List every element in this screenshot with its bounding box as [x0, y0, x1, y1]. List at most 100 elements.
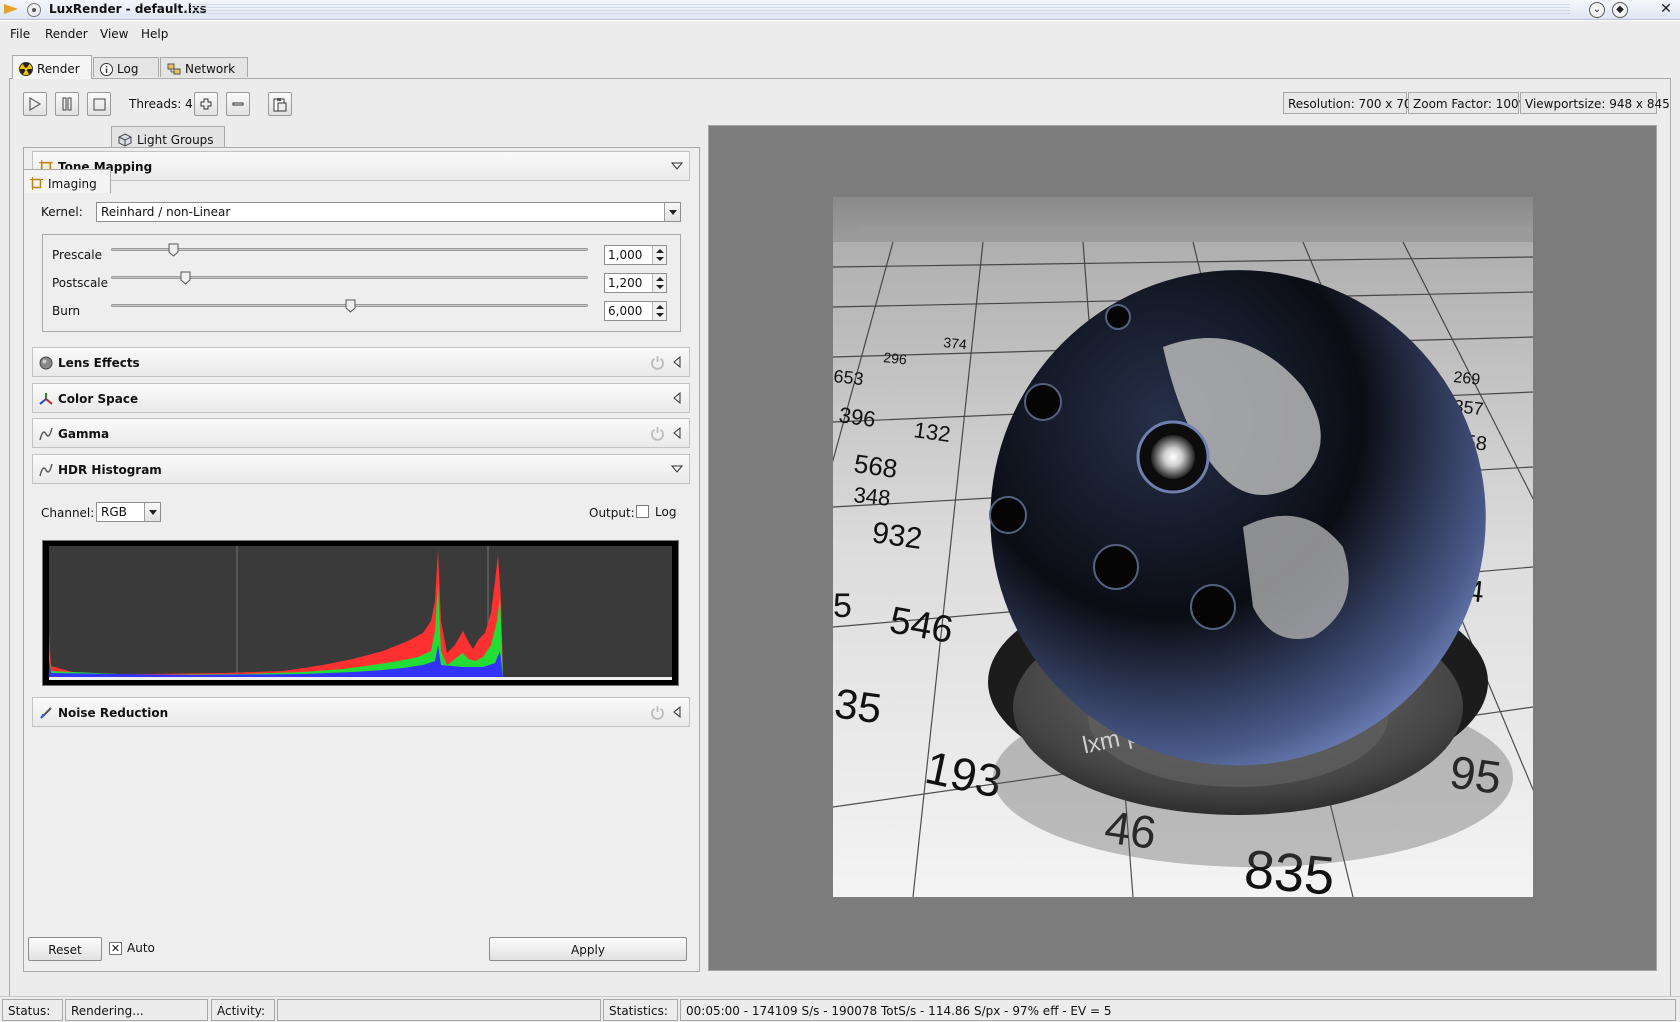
zoom-info: Zoom Factor: 100% [1408, 92, 1530, 114]
status-label: Status: [2, 999, 63, 1021]
power-icon[interactable] [650, 705, 665, 720]
postscale-slider-handle[interactable] [180, 271, 191, 285]
hdr-histogram-title: HDR Histogram [58, 463, 162, 477]
kernel-label: Kernel: [41, 205, 83, 219]
prescale-input[interactable]: 1,000 [604, 245, 667, 265]
grid-number: 374 [943, 334, 968, 352]
radiation-icon [19, 62, 33, 76]
gamma-curve-icon [39, 463, 53, 477]
burn-slider-handle[interactable] [345, 299, 356, 313]
channel-label: Channel: [41, 506, 95, 520]
lens-effects-title: Lens Effects [58, 356, 140, 370]
hdr-histogram-header[interactable]: HDR Histogram [32, 454, 690, 484]
chevron-down-icon[interactable] [671, 463, 683, 475]
copy-to-clipboard-button[interactable] [268, 92, 292, 116]
tab-network[interactable]: Network [160, 57, 248, 77]
apply-button[interactable]: Apply [489, 937, 687, 961]
chevron-left-icon[interactable] [671, 427, 683, 439]
menu-help[interactable]: Help [141, 27, 168, 41]
activity-label: Activity: [211, 999, 275, 1021]
pause-icon [62, 97, 72, 111]
resolution-info: Resolution: 700 x 700 [1283, 92, 1419, 114]
color-space-header[interactable]: Color Space [32, 383, 690, 413]
tab-render[interactable]: Render [12, 55, 92, 79]
noise-reduction-title: Noise Reduction [58, 706, 169, 720]
chevron-left-icon[interactable] [671, 706, 683, 718]
postscale-label: Postscale [52, 276, 109, 290]
frame-icon [30, 177, 43, 190]
status-bar: Status: Rendering... Activity: Statistic… [0, 996, 1680, 1022]
render-viewport[interactable]: 568 932 546 193 835 396 132 653 953 537 … [708, 125, 1657, 971]
menu-view[interactable]: View [100, 27, 128, 41]
title-stripes [190, 4, 1570, 16]
window-menu-button[interactable] [27, 3, 41, 17]
hdr-histogram [42, 540, 679, 686]
noise-reduction-header[interactable]: Noise Reduction [32, 697, 690, 727]
channel-select[interactable]: RGB [96, 502, 161, 522]
minimize-button[interactable]: ⌄ [1589, 2, 1605, 18]
maximize-button[interactable]: ◆ [1612, 2, 1628, 18]
grid-number: 396 [837, 402, 877, 432]
color-space-title: Color Space [58, 392, 139, 406]
power-icon[interactable] [650, 355, 665, 370]
pause-render-button[interactable] [55, 92, 79, 116]
burn-input[interactable]: 6,000 [604, 301, 667, 321]
gamma-curve-icon [39, 427, 53, 441]
gamma-header[interactable]: Gamma [32, 418, 690, 448]
postscale-input[interactable]: 1,200 [604, 273, 667, 293]
chevron-left-icon[interactable] [671, 356, 683, 368]
postscale-spinner[interactable] [652, 274, 666, 292]
info-icon [100, 62, 113, 76]
log-checkbox[interactable] [636, 505, 649, 518]
title-bar: LuxRender - default.lxs ⌄ ◆ ✕ [0, 0, 1680, 20]
power-icon[interactable] [650, 426, 665, 441]
chevron-left-icon[interactable] [671, 392, 683, 404]
brush-icon [40, 707, 52, 719]
channel-value: RGB [101, 505, 127, 519]
tone-mapping-header[interactable]: Tone Mapping [32, 151, 690, 181]
lens-effects-header[interactable]: Lens Effects [32, 347, 690, 377]
auto-checkbox[interactable]: ✕ [109, 942, 122, 955]
lens-icon [39, 356, 53, 370]
grid-number: 269 [1453, 369, 1481, 389]
close-button[interactable]: ✕ [1658, 2, 1674, 18]
grid-number: 653 [833, 366, 865, 389]
prescale-slider-handle[interactable] [168, 243, 179, 257]
window-title: LuxRender - default.lxs [49, 2, 207, 16]
tab-render-label: Render [37, 62, 80, 76]
add-thread-button[interactable] [194, 92, 218, 116]
prescale-slider[interactable] [111, 248, 588, 251]
tab-network-label: Network [185, 62, 236, 76]
grid-number: 296 [883, 349, 908, 367]
grid-number: 568 [852, 448, 899, 484]
play-icon [29, 97, 41, 111]
app-logo-icon [4, 4, 18, 14]
status-value: Rendering... [65, 999, 208, 1021]
log-label: Log [655, 505, 677, 519]
tab-log-label: Log [117, 62, 139, 76]
burn-value: 6,000 [608, 304, 643, 318]
postscale-value: 1,200 [608, 276, 643, 290]
prescale-spinner[interactable] [652, 246, 666, 264]
resume-render-button[interactable] [23, 92, 47, 116]
tab-imaging[interactable]: Imaging [23, 169, 111, 193]
burn-spinner[interactable] [652, 302, 666, 320]
remove-thread-button[interactable] [226, 92, 250, 116]
color-space-icon [39, 393, 53, 405]
chevron-down-icon [664, 203, 680, 221]
activity-progress [277, 999, 601, 1021]
menu-render[interactable]: Render [45, 27, 88, 41]
plus-icon [200, 98, 212, 110]
kernel-value: Reinhard / non-Linear [101, 205, 231, 219]
stop-render-button[interactable] [87, 92, 111, 116]
tab-light-groups[interactable]: Light Groups [111, 126, 225, 148]
chevron-down-icon[interactable] [671, 160, 683, 172]
cube-icon [118, 132, 132, 147]
kernel-select[interactable]: Reinhard / non-Linear [96, 202, 681, 222]
statistics-label: Statistics: [603, 999, 678, 1021]
clipboard-icon [273, 97, 287, 111]
reset-button[interactable]: Reset [28, 937, 102, 961]
menu-file[interactable]: File [10, 27, 30, 41]
tab-log[interactable]: Log [93, 57, 159, 77]
grid-number: 132 [912, 417, 952, 447]
